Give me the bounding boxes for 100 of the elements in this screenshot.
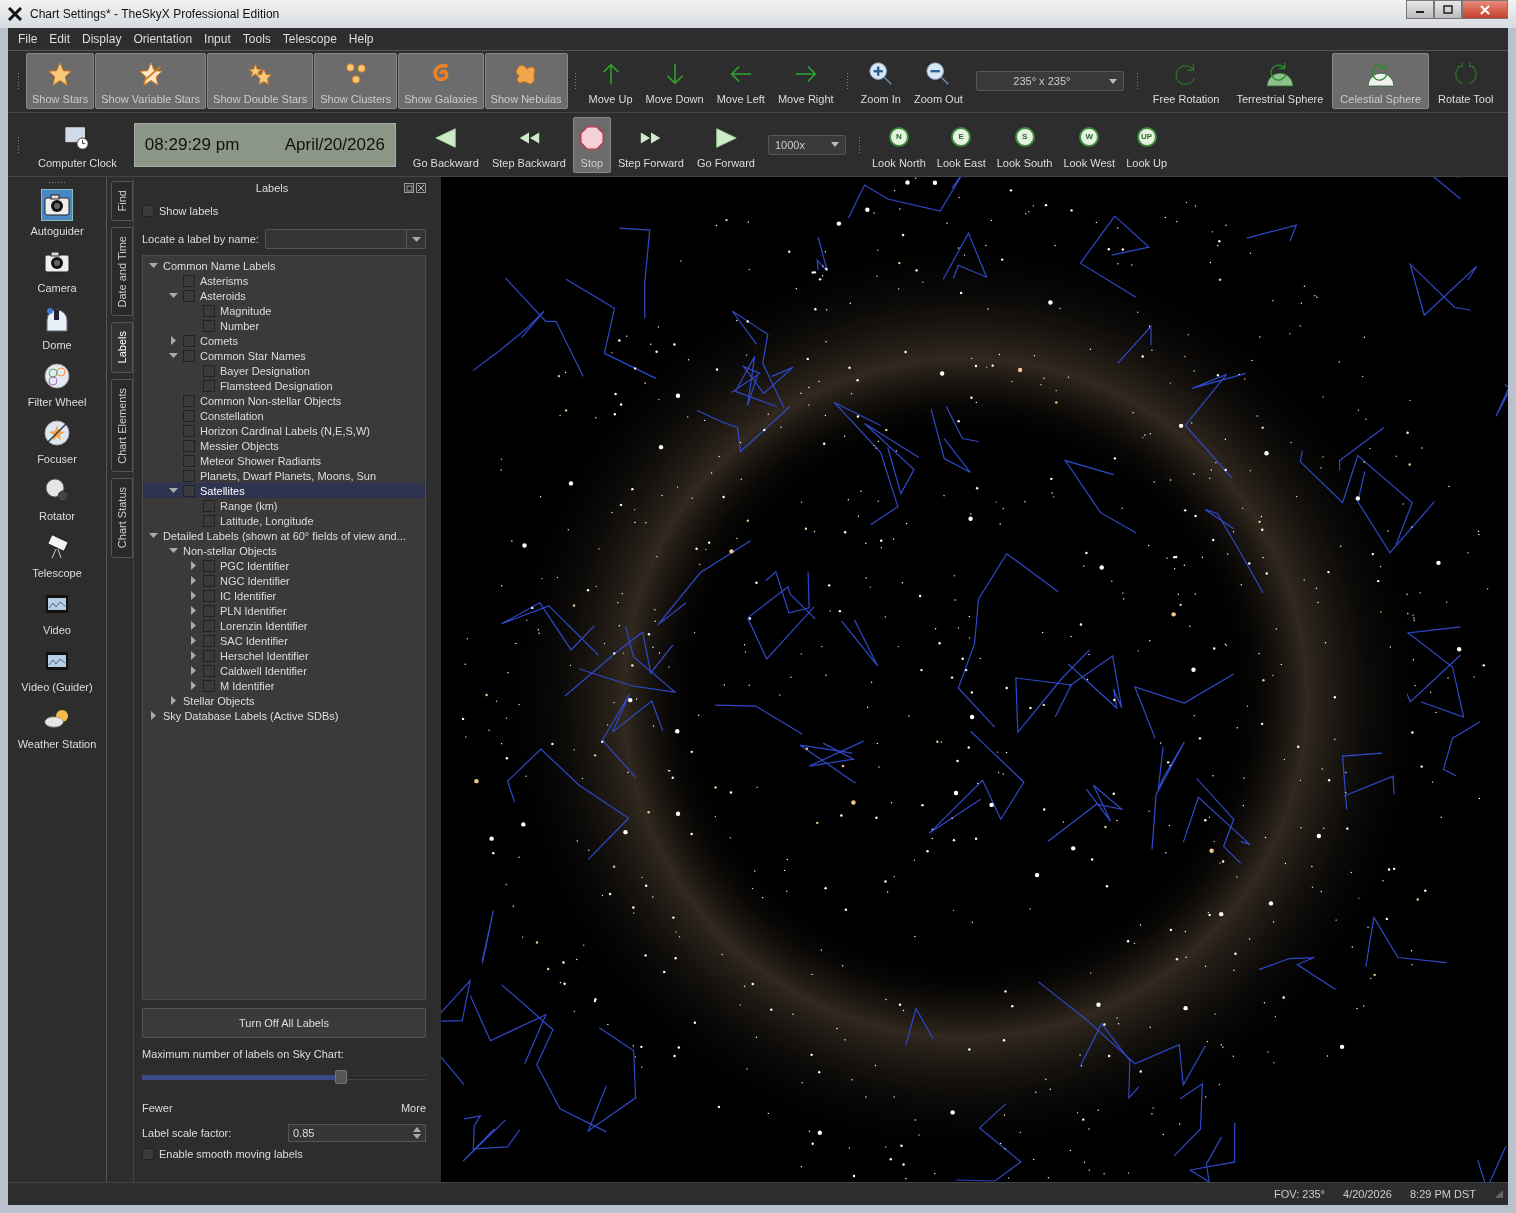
tree-row[interactable]: Number [143, 318, 425, 334]
tree-row[interactable]: Detailed Labels (shown at 60° fields of view and... [143, 528, 425, 544]
minimize-button[interactable] [1406, 0, 1434, 19]
menu-item[interactable]: Display [76, 29, 128, 48]
zoom-button[interactable]: Zoom In [854, 53, 907, 110]
vertical-tab[interactable]: Find [111, 181, 133, 221]
toolbar-handle[interactable] [858, 135, 861, 154]
menu-item[interactable]: Help [342, 29, 380, 48]
tree-row[interactable]: Common Star Names [143, 348, 425, 364]
playback-button[interactable]: Step Backward [485, 116, 572, 173]
zoom-button[interactable]: Zoom Out [907, 53, 969, 110]
playback-button[interactable]: Go Backward [406, 116, 485, 173]
checkbox[interactable] [183, 469, 195, 482]
toolbar-handle[interactable] [17, 135, 20, 154]
checkbox[interactable] [203, 514, 215, 527]
checkbox[interactable] [203, 574, 215, 587]
look-button[interactable]: UP Look Up [1121, 116, 1173, 173]
checkbox[interactable] [183, 454, 195, 467]
tree-row[interactable]: Asterisms [143, 273, 425, 289]
look-button[interactable]: E Look East [931, 116, 991, 173]
float-icon[interactable] [404, 183, 414, 194]
checkbox[interactable] [203, 559, 215, 572]
checkbox[interactable] [203, 664, 215, 677]
vertical-tab[interactable]: Labels [111, 322, 133, 373]
device-tool-button[interactable]: Camera [37, 246, 77, 304]
scale-factor-spinbox[interactable]: 0.85 [288, 1124, 426, 1143]
expander-icon[interactable] [189, 561, 198, 571]
expander-icon[interactable] [189, 576, 198, 586]
checkbox[interactable] [183, 424, 195, 437]
rotation-mode-button[interactable]: Terrestrial Sphere [1228, 53, 1332, 110]
vertical-tab[interactable]: Chart Elements [111, 378, 133, 473]
star-chart-drawing[interactable] [441, 177, 1508, 1183]
tree-row[interactable]: Horizon Cardinal Labels (N,E,S,W) [143, 423, 425, 439]
checkbox[interactable] [142, 1148, 154, 1161]
checkbox[interactable] [203, 499, 215, 512]
tree-row[interactable]: Stellar Objects [143, 693, 425, 709]
expander-icon[interactable] [169, 291, 178, 301]
maximize-button[interactable] [1434, 0, 1462, 19]
expander-icon[interactable] [169, 546, 178, 556]
device-tool-button[interactable]: Weather Station [17, 702, 97, 760]
look-button[interactable]: N Look North [867, 116, 931, 173]
tree-row[interactable]: PLN Identifier [143, 603, 425, 619]
toolbar-handle[interactable] [845, 72, 849, 91]
tree-row[interactable]: Non-stellar Objects [143, 543, 425, 559]
device-tool-button[interactable]: Rotator [38, 474, 76, 532]
turn-off-labels-button[interactable]: Turn Off All Labels [142, 1008, 426, 1039]
checkbox[interactable] [183, 349, 195, 362]
expander-icon[interactable] [189, 651, 198, 661]
expander-icon[interactable] [169, 696, 178, 706]
close-button[interactable] [1462, 0, 1508, 19]
expander-icon[interactable] [149, 261, 158, 271]
expander-icon[interactable] [149, 531, 158, 541]
slider-thumb[interactable] [334, 1070, 347, 1085]
move-button[interactable]: Move Left [710, 53, 771, 110]
menu-item[interactable]: Orientation [127, 29, 199, 48]
fov-dropdown[interactable]: 235° x 235° [975, 71, 1124, 92]
expander-icon[interactable] [149, 711, 158, 721]
look-button[interactable]: W Look West [1058, 116, 1121, 173]
device-tool-button[interactable]: Video (Guider) [21, 645, 93, 703]
checkbox[interactable] [142, 205, 154, 218]
tree-row[interactable]: Sky Database Labels (Active SDBs) [143, 708, 425, 724]
tree-row[interactable]: NGC Identifier [143, 573, 425, 589]
menu-item[interactable]: Input [198, 29, 237, 48]
tree-row[interactable]: Messier Objects [143, 438, 425, 454]
move-button[interactable]: Move Right [771, 53, 840, 110]
tree-row[interactable]: Herschel Identifier [143, 648, 425, 664]
tree-row[interactable]: Magnitude [143, 303, 425, 319]
tree-row[interactable]: IC Identifier [143, 588, 425, 604]
expander-icon[interactable] [189, 621, 198, 631]
expander-icon[interactable] [169, 486, 178, 496]
tree-row[interactable]: Meteor Shower Radiants [143, 453, 425, 469]
menu-item[interactable]: File [12, 29, 44, 48]
menu-item[interactable]: Edit [43, 29, 77, 48]
checkbox[interactable] [183, 334, 195, 347]
label-search-combo[interactable] [264, 229, 426, 250]
tree-row[interactable]: Common Name Labels [143, 258, 425, 274]
tree-row[interactable]: Asteroids [143, 288, 425, 304]
tree-row[interactable]: Bayer Designation [143, 363, 425, 379]
checkbox[interactable] [183, 439, 195, 452]
tree-row[interactable]: Range (km) [143, 498, 425, 514]
toolbar-handle[interactable] [1135, 72, 1139, 91]
tree-row[interactable]: PGC Identifier [143, 558, 425, 574]
device-tool-button[interactable]: Telescope [32, 531, 82, 589]
resize-grip-icon[interactable] [1494, 1189, 1504, 1200]
playback-button[interactable]: Go Forward [690, 116, 761, 173]
move-button[interactable]: Move Up [582, 53, 639, 110]
expander-icon[interactable] [169, 351, 178, 361]
tree-row[interactable]: Comets [143, 333, 425, 349]
device-tool-button[interactable]: Autoguider [30, 189, 84, 247]
look-button[interactable]: S Look South [991, 116, 1058, 173]
rotation-mode-button[interactable]: Rotate Tool [1430, 53, 1502, 110]
menu-item[interactable]: Tools [236, 29, 277, 48]
checkbox[interactable] [183, 289, 195, 302]
close-icon[interactable] [416, 183, 426, 194]
expander-icon[interactable] [169, 336, 178, 346]
checkbox[interactable] [203, 379, 215, 392]
expander-icon[interactable] [189, 606, 198, 616]
device-tool-button[interactable]: Filter Wheel [27, 360, 87, 418]
checkbox[interactable] [203, 304, 215, 317]
checkbox[interactable] [203, 604, 215, 617]
